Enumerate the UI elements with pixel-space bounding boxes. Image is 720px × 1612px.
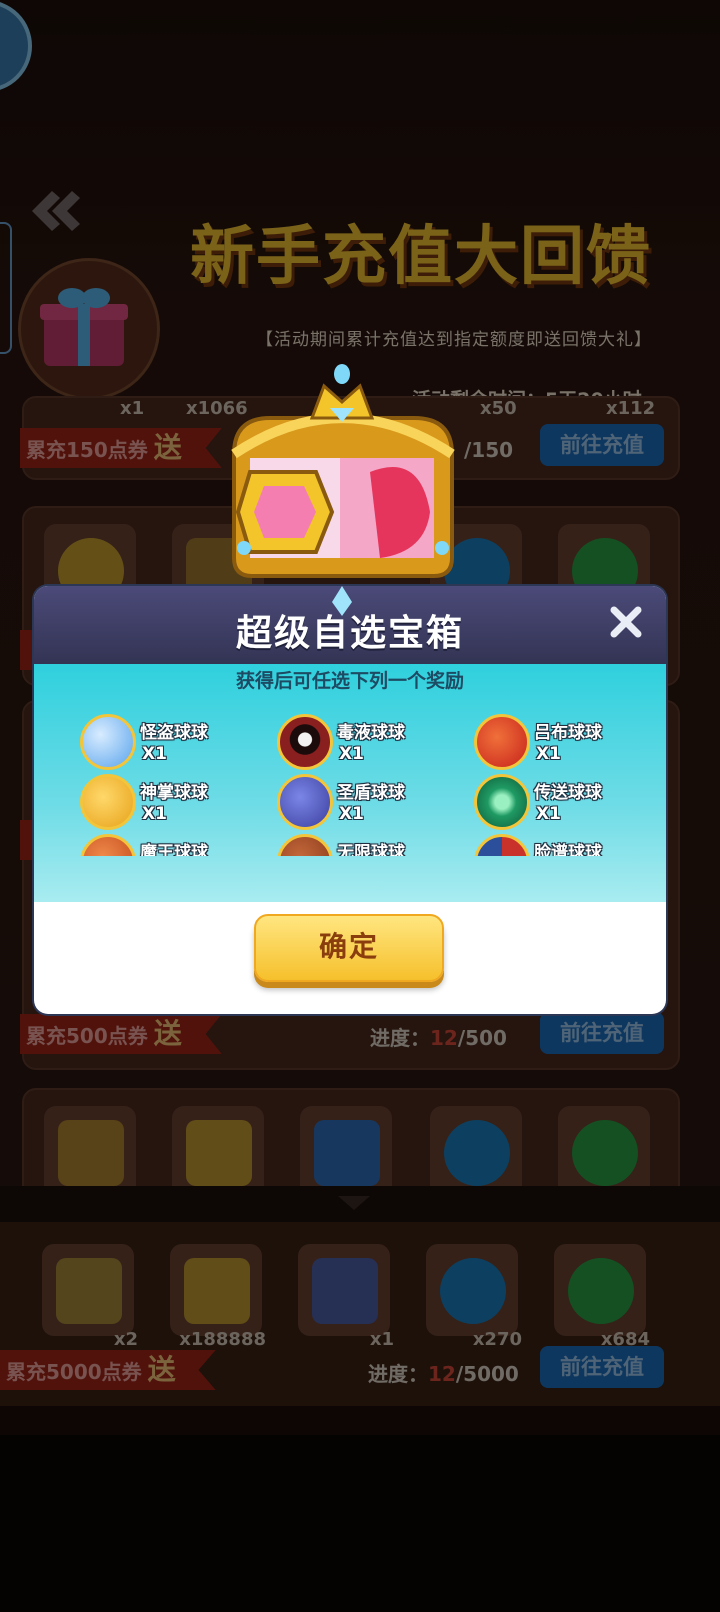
thief-ball-icon xyxy=(80,714,136,770)
reward-option[interactable]: 魔王球球 xyxy=(80,834,250,856)
reward-option[interactable]: 毒液球球 X1 xyxy=(277,714,447,774)
reward-name: 魔王球球 xyxy=(140,843,208,856)
reward-option[interactable]: 传送球球 X1 xyxy=(474,774,644,834)
teleport-ball-icon xyxy=(474,774,530,830)
infinity-ball-icon xyxy=(277,834,333,856)
reward-name: 毒液球球 xyxy=(337,723,405,743)
lubu-ball-icon xyxy=(474,714,530,770)
palm-ball-icon xyxy=(80,774,136,830)
reward-name: 怪盗球球 xyxy=(140,723,208,743)
shield-ball-icon xyxy=(277,774,333,830)
confirm-button[interactable]: 确定 xyxy=(254,914,444,982)
reward-option[interactable]: 神掌球球 X1 xyxy=(80,774,250,834)
reward-option[interactable]: 无限球球 xyxy=(277,834,447,856)
reward-option[interactable]: 脸谱球球 xyxy=(474,834,644,856)
reward-qty: X1 xyxy=(142,804,167,824)
reward-qty: X1 xyxy=(339,804,364,824)
reward-option[interactable]: 吕布球球 X1 xyxy=(474,714,644,774)
reward-name: 圣盾球球 xyxy=(337,783,405,803)
dialog-hint: 获得后可任选下列一个奖励 xyxy=(235,670,464,692)
venom-ball-icon xyxy=(277,714,333,770)
reward-qty: X1 xyxy=(339,744,364,764)
treasure-chest-icon xyxy=(220,362,464,618)
mask-ball-icon xyxy=(474,834,530,856)
reward-qty: X1 xyxy=(536,744,561,764)
reward-qty: X1 xyxy=(536,804,561,824)
reward-name: 吕布球球 xyxy=(534,723,602,743)
reward-option-list[interactable]: 怪盗球球 X1 毒液球球 X1 吕布球球 X1 神掌球球 X1 圣盾球球 X1 … xyxy=(34,704,666,856)
reward-name: 神掌球球 xyxy=(140,783,208,803)
reward-option[interactable]: 怪盗球球 X1 xyxy=(80,714,250,774)
confirm-label: 确定 xyxy=(318,930,379,963)
reward-name: 脸谱球球 xyxy=(534,843,602,856)
reward-name: 无限球球 xyxy=(337,843,405,856)
reward-qty: X1 xyxy=(142,744,167,764)
close-icon[interactable] xyxy=(608,604,644,640)
choice-chest-dialog: 超级自选宝箱 获得后可任选下列一个奖励 怪盗球球 X1 毒液球球 X1 吕布球球… xyxy=(34,586,666,1014)
reward-option[interactable]: 圣盾球球 X1 xyxy=(277,774,447,834)
reward-name: 传送球球 xyxy=(534,783,602,803)
demon-king-ball-icon xyxy=(80,834,136,856)
